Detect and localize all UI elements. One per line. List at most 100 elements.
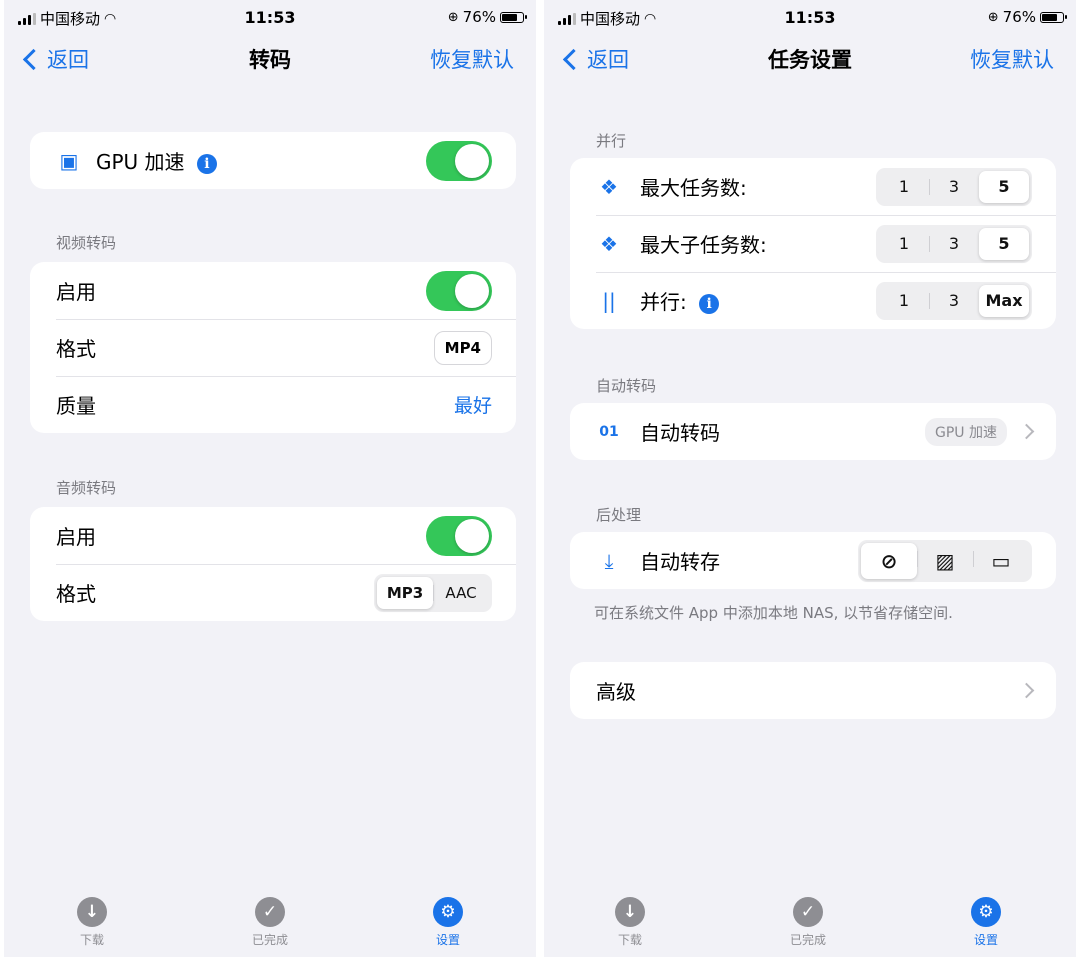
audio-enable-label: 启用 — [56, 525, 96, 549]
info-icon[interactable]: i — [196, 153, 217, 174]
nav-bar: 返回 转码 恢复默认 — [4, 36, 536, 82]
parallel-row: || 并行: i 1 3 Max — [570, 272, 1056, 329]
battery-group: ⊕ 76% — [987, 8, 1067, 26]
tab-download-label: 下载 — [79, 933, 104, 947]
advanced-label: 高级 — [596, 680, 636, 704]
toggle-knob — [455, 518, 489, 553]
max-tasks-segmented: 1 3 5 — [876, 167, 1032, 206]
parallel-card: ❖ 最大任务数: 1 3 5 ❖ 最大子任务数: 1 3 5 || 并行: i — [570, 158, 1056, 329]
max-subtasks-option[interactable]: 1 — [879, 228, 929, 260]
tab-completed-label: 已完成 — [251, 933, 288, 947]
video-format-button[interactable]: MP4 — [433, 330, 492, 365]
auto-transcode-row[interactable]: 01 自动转码 GPU 加速 — [570, 403, 1056, 460]
tab-completed[interactable]: ✓ 已完成 — [758, 897, 858, 948]
video-enable-label: 启用 — [56, 280, 96, 304]
auto-transcode-section-label: 自动转码 — [596, 377, 657, 395]
rotation-lock-icon: ⊕ — [987, 9, 999, 25]
video-enable-toggle[interactable] — [426, 270, 492, 311]
auto-transcode-label: 自动转码 — [640, 421, 720, 445]
post-card: ⤓ 自动转存 ⊘ ▨ ▭ — [570, 532, 1056, 589]
download-icon: ↓ — [77, 897, 107, 927]
tab-bar: ↓ 下载 ✓ 已完成 ⚙ 设置 — [4, 893, 536, 957]
audio-format-label: 格式 — [56, 582, 96, 606]
video-quality-row: 质量 最好 — [30, 376, 516, 433]
gpu-label-wrap: GPU 加速 i — [96, 146, 426, 175]
audio-format-mp3[interactable]: MP3 — [377, 576, 433, 609]
tab-settings[interactable]: ⚙ 设置 — [936, 897, 1036, 948]
chevron-right-icon — [1018, 423, 1035, 440]
settings-icon: ⚙ — [433, 897, 463, 927]
reset-defaults-button[interactable]: 恢复默认 — [970, 44, 1054, 74]
parallel-option[interactable]: 1 — [879, 285, 929, 317]
photos-icon[interactable]: ▨ — [917, 543, 973, 579]
chip-icon: ▣ — [59, 148, 79, 173]
auto-save-label: 自动转存 — [640, 550, 720, 574]
audio-card: 启用 格式 MP3 AAC — [30, 507, 516, 621]
max-tasks-option[interactable]: 1 — [879, 171, 929, 203]
gpu-card: ▣ GPU 加速 i — [30, 132, 516, 189]
post-note: 可在系统文件 App 中添加本地 NAS, 以节省存储空间. — [594, 604, 953, 622]
gpu-toggle[interactable] — [426, 140, 492, 181]
tab-settings-label: 设置 — [973, 933, 998, 947]
max-subtasks-option[interactable]: 5 — [979, 227, 1029, 260]
audio-format-row: 格式 MP3 AAC — [30, 564, 516, 621]
advanced-card[interactable]: 高级 — [570, 662, 1056, 719]
download-icon: ↓ — [615, 897, 645, 927]
tab-download[interactable]: ↓ 下载 — [580, 897, 680, 948]
audio-enable-row: 启用 — [30, 507, 516, 564]
status-bar: 中国移动 ◠ 11:53 ⊕ 76% — [544, 0, 1076, 34]
check-icon: ✓ — [793, 897, 823, 927]
tab-download[interactable]: ↓ 下载 — [42, 897, 142, 948]
status-bar: 中国移动 ◠ 11:53 ⊕ 76% — [4, 0, 536, 34]
none-icon[interactable]: ⊘ — [861, 542, 917, 579]
max-tasks-option[interactable]: 3 — [929, 171, 979, 203]
tab-completed-label: 已完成 — [789, 933, 826, 947]
task-settings-screen: 中国移动 ◠ 11:53 ⊕ 76% 返回 任务设置 恢复默认 并行 ❖ 最大任… — [544, 0, 1076, 957]
parallel-label-wrap: 并行: i — [640, 286, 876, 315]
tab-download-label: 下载 — [617, 933, 642, 947]
parallel-option[interactable]: Max — [979, 284, 1029, 317]
reset-defaults-button[interactable]: 恢复默认 — [430, 44, 514, 74]
toggle-knob — [455, 273, 489, 308]
video-format-label: 格式 — [56, 337, 96, 361]
check-icon: ✓ — [255, 897, 285, 927]
audio-section-label: 音频转码 — [56, 479, 117, 497]
battery-icon — [1040, 11, 1067, 23]
gpu-row: ▣ GPU 加速 i — [30, 132, 516, 189]
video-section-label: 视频转码 — [56, 234, 117, 252]
tab-settings-label: 设置 — [435, 933, 460, 947]
parallel-label: 并行: — [640, 290, 687, 314]
auto-transcode-card[interactable]: 01 自动转码 GPU 加速 — [570, 403, 1056, 460]
video-quality-button[interactable]: 最好 — [454, 391, 492, 418]
auto-save-row: ⤓ 自动转存 ⊘ ▨ ▭ — [570, 532, 1056, 589]
max-tasks-row: ❖ 最大任务数: 1 3 5 — [570, 158, 1056, 215]
battery-fill — [1042, 13, 1057, 21]
video-card: 启用 格式 MP4 质量 最好 — [30, 262, 516, 433]
max-subtasks-row: ❖ 最大子任务数: 1 3 5 — [570, 215, 1056, 272]
tab-completed[interactable]: ✓ 已完成 — [220, 897, 320, 948]
save-download-icon: ⤓ — [604, 548, 614, 573]
info-icon[interactable]: i — [699, 293, 720, 314]
max-tasks-option[interactable]: 5 — [979, 170, 1029, 203]
post-section-label: 后处理 — [596, 506, 642, 524]
audio-enable-toggle[interactable] — [426, 515, 492, 556]
tasks-icon: ❖ — [600, 174, 618, 199]
chevron-right-icon — [1018, 682, 1035, 699]
parallel-option[interactable]: 3 — [929, 285, 979, 317]
max-tasks-label: 最大任务数: — [640, 176, 747, 200]
parallel-icon: || — [602, 288, 616, 313]
tab-settings[interactable]: ⚙ 设置 — [398, 897, 498, 948]
parallel-section-label: 并行 — [596, 132, 627, 150]
advanced-row[interactable]: 高级 — [570, 662, 1056, 719]
folder-icon[interactable]: ▭ — [973, 543, 1029, 579]
rotation-lock-icon: ⊕ — [447, 9, 459, 25]
tab-bar: ↓ 下载 ✓ 已完成 ⚙ 设置 — [544, 893, 1076, 957]
video-format-row: 格式 MP4 — [30, 319, 516, 376]
audio-format-segmented: MP3 AAC — [374, 573, 492, 612]
transcode-screen: 中国移动 ◠ 11:53 ⊕ 76% 返回 转码 恢复默认 ▣ GPU 加速 i… — [4, 0, 536, 957]
toggle-knob — [455, 143, 489, 178]
video-quality-label: 质量 — [56, 394, 96, 418]
max-subtasks-option[interactable]: 3 — [929, 228, 979, 260]
audio-format-aac[interactable]: AAC — [433, 577, 489, 609]
battery-icon — [500, 11, 527, 23]
